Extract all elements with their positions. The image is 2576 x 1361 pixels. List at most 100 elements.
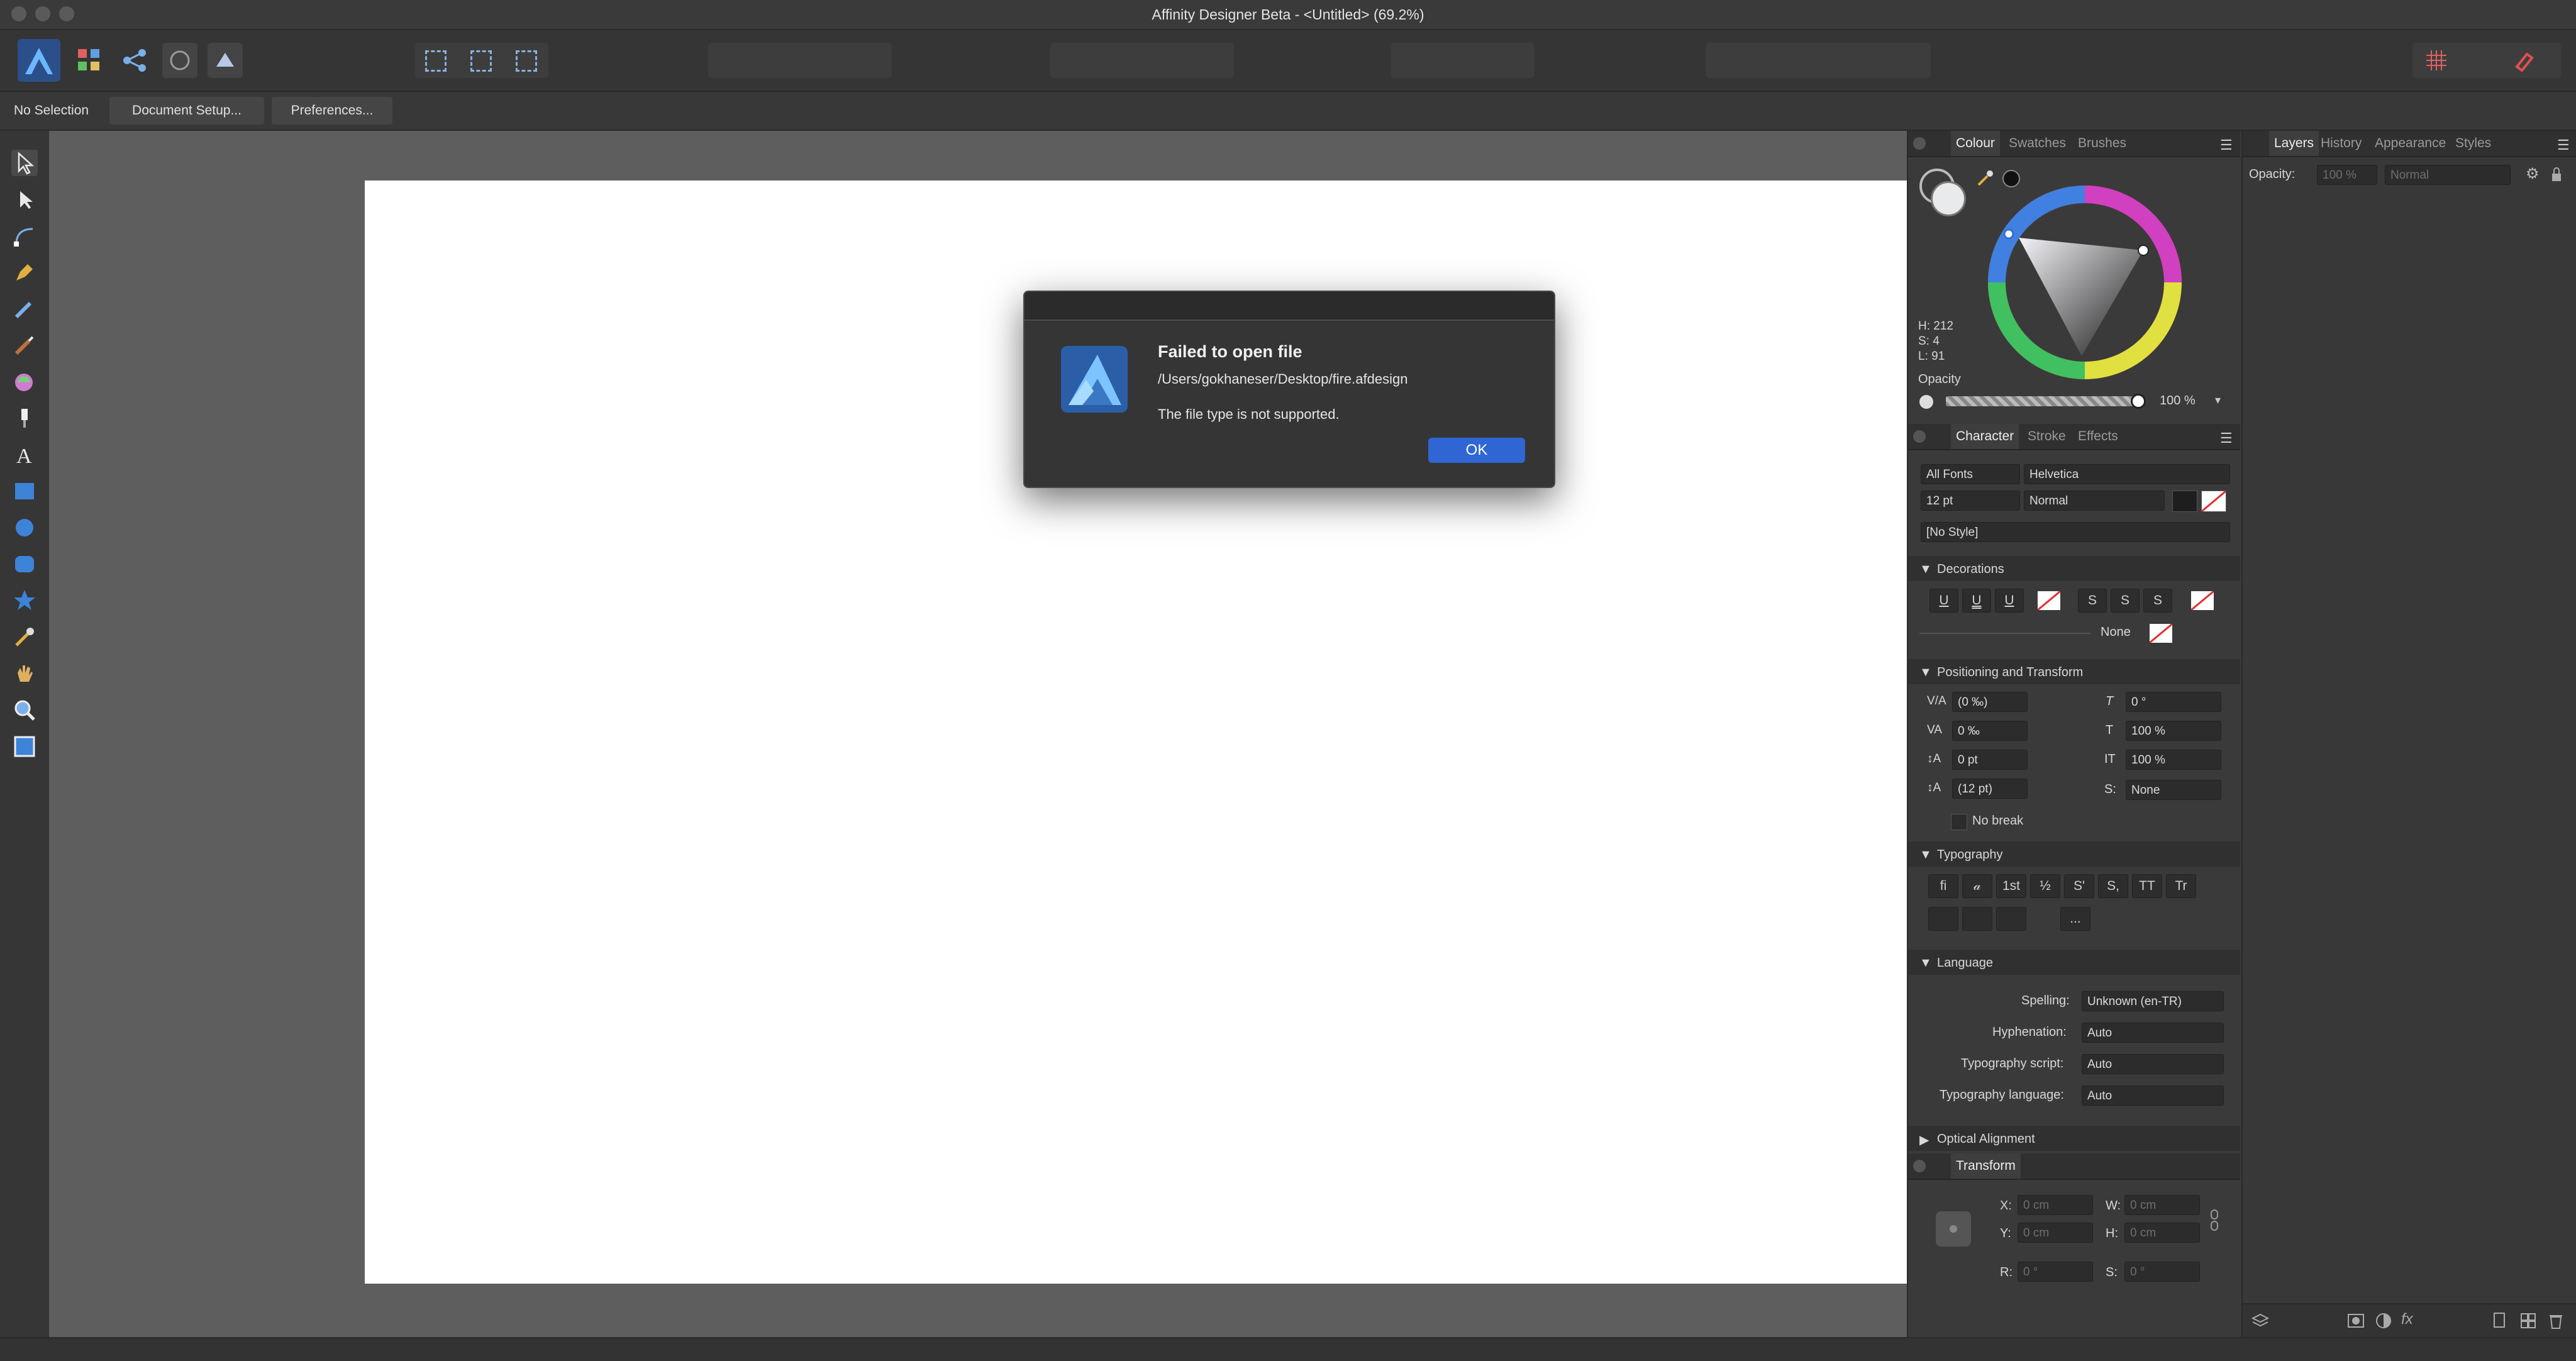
transparency-tool-icon[interactable] — [11, 405, 38, 431]
close-panel-icon[interactable] — [1913, 430, 1926, 443]
kerning-field[interactable]: (0 ‰) — [1952, 692, 2028, 712]
zoom-tool-icon[interactable] — [11, 697, 38, 723]
vector-brush-tool-icon[interactable] — [11, 332, 38, 358]
blend-mode-select[interactable]: Normal — [2385, 165, 2511, 185]
delete-layer-icon[interactable] — [2547, 1312, 2565, 1330]
strikethrough-colour-swatch[interactable] — [2190, 590, 2214, 611]
swash-button[interactable] — [1928, 907, 1958, 931]
pixel-persona-icon[interactable] — [74, 45, 104, 75]
pen-tool-icon[interactable] — [11, 259, 38, 286]
fx-icon[interactable]: fx — [2401, 1311, 2413, 1328]
close-panel-icon[interactable] — [1913, 1160, 1926, 1172]
view-tool-icon[interactable] — [11, 660, 38, 687]
preferences-button[interactable]: Preferences... — [272, 97, 392, 125]
mask-layer-icon[interactable] — [2347, 1312, 2365, 1330]
typography-script-select[interactable]: Auto — [2082, 1054, 2224, 1074]
artboard-tool-icon[interactable] — [11, 733, 38, 760]
tab-character[interactable]: Character — [1951, 424, 2019, 449]
tab-styles[interactable]: Styles — [2455, 131, 2491, 156]
double-underline-button[interactable]: U — [1962, 589, 1991, 613]
colour-wheel[interactable] — [1987, 185, 2182, 380]
select-insert-icon[interactable] — [425, 50, 447, 72]
opacity-slider[interactable] — [1946, 396, 2141, 406]
add-layer-icon[interactable] — [2490, 1312, 2508, 1330]
layers-stack-icon[interactable] — [2251, 1312, 2270, 1330]
fractions-button[interactable]: ½ — [2030, 874, 2060, 898]
disclosure-triangle-icon[interactable]: ▶ — [1919, 1132, 1929, 1148]
disclosure-triangle-icon[interactable]: ▼ — [1919, 956, 1932, 970]
fill-colour-well[interactable] — [1931, 181, 1966, 216]
anchor-selector[interactable] — [1933, 1209, 1974, 1249]
tab-layers[interactable]: Layers — [2269, 131, 2319, 156]
ligatures-button[interactable]: fi — [1928, 874, 1958, 898]
text-background-swatch[interactable] — [2201, 490, 2226, 513]
corner-tool-icon[interactable] — [11, 223, 38, 249]
thick-underline-button[interactable]: U — [1995, 589, 2024, 613]
opacity-reset-icon[interactable] — [1919, 395, 1933, 409]
font-family-select[interactable]: Helvetica — [2024, 464, 2230, 484]
y-field[interactable]: 0 cm — [2018, 1223, 2093, 1243]
colour-picker-tool-icon[interactable] — [11, 624, 38, 650]
layer-opacity-field[interactable]: 100 % — [2317, 165, 2377, 185]
paragraph-style-select[interactable]: [No Style] — [1921, 522, 2230, 542]
rounded-rectangle-tool-icon[interactable] — [11, 551, 38, 577]
hyphenation-select[interactable]: Auto — [2082, 1023, 2224, 1043]
document-setup-button[interactable]: Document Setup... — [109, 97, 264, 125]
font-collection-select[interactable]: All Fonts — [1921, 464, 2020, 484]
disclosure-triangle-icon[interactable]: ▼ — [1919, 562, 1932, 577]
tab-brushes[interactable]: Brushes — [2078, 131, 2126, 156]
more-typography-button[interactable]: ... — [2060, 907, 2090, 931]
adjustment-icon[interactable] — [2375, 1312, 2392, 1330]
tracking-field[interactable]: 0 ‰ — [1952, 721, 2028, 741]
decoration-colour-swatch[interactable] — [2149, 623, 2173, 644]
grid-icon[interactable] — [2425, 49, 2448, 72]
tab-history[interactable]: History — [2321, 131, 2362, 156]
alternates-button[interactable]: 𝒶 — [1962, 874, 1992, 898]
h-field[interactable]: 0 cm — [2124, 1223, 2200, 1243]
ordinals-button[interactable]: 1st — [1996, 874, 2026, 898]
font-size-field[interactable]: 12 pt — [1921, 491, 2020, 511]
select-inside-icon[interactable] — [516, 50, 537, 72]
subscript-button[interactable]: S, — [2098, 874, 2128, 898]
opacity-dropdown-icon[interactable]: ▾ — [2215, 394, 2221, 407]
panel-menu-icon[interactable]: ☰ — [2557, 137, 2570, 153]
small-caps-button[interactable]: Tr — [2166, 874, 2196, 898]
typography-language-select[interactable]: Auto — [2082, 1086, 2224, 1106]
star-tool-icon[interactable] — [11, 587, 38, 614]
ok-button[interactable]: OK — [1428, 438, 1525, 463]
underline-button[interactable]: U — [1929, 589, 1958, 613]
view-mode-icon[interactable] — [208, 43, 243, 78]
layer-settings-gear-icon[interactable]: ⚙ — [2526, 165, 2540, 183]
pencil-tool-icon[interactable] — [11, 296, 38, 322]
x-field[interactable]: 0 cm — [2018, 1195, 2093, 1215]
font-style-select[interactable]: Normal — [2024, 491, 2165, 511]
lock-icon[interactable] — [2551, 166, 2562, 182]
select-behind-icon[interactable] — [470, 50, 492, 72]
tab-appearance[interactable]: Appearance — [2375, 131, 2446, 156]
spelling-select[interactable]: Unknown (en-TR) — [2082, 991, 2224, 1011]
text-fill-swatch[interactable] — [2172, 491, 2197, 512]
group-layers-icon[interactable] — [2519, 1312, 2537, 1330]
panel-menu-icon[interactable]: ☰ — [2220, 137, 2233, 153]
w-field[interactable]: 0 cm — [2124, 1195, 2200, 1215]
contextual-button[interactable] — [1996, 907, 2026, 931]
shear-transform-field[interactable]: 0 ° — [2124, 1262, 2200, 1282]
underline-colour-swatch[interactable] — [2037, 590, 2061, 611]
superscript-field[interactable]: None — [2126, 780, 2221, 800]
tab-swatches[interactable]: Swatches — [2009, 131, 2066, 156]
disclosure-triangle-icon[interactable]: ▼ — [1919, 665, 1932, 680]
shear-field[interactable]: 0 ° — [2126, 692, 2221, 712]
all-caps-button[interactable]: TT — [2132, 874, 2162, 898]
baseline-field[interactable]: 0 pt — [1952, 750, 2028, 770]
stylistic-button[interactable] — [1962, 907, 1992, 931]
double-strikethrough-button[interactable]: S — [2111, 589, 2140, 613]
disclosure-triangle-icon[interactable]: ▼ — [1919, 848, 1932, 862]
snapping-magnet-icon[interactable] — [2513, 49, 2536, 72]
move-tool-icon[interactable] — [11, 150, 38, 176]
tab-colour[interactable]: Colour — [1951, 131, 2000, 156]
assistant-icon[interactable] — [162, 43, 197, 78]
strikethrough-button[interactable]: S — [2078, 589, 2107, 613]
superscript-button[interactable]: S' — [2064, 874, 2094, 898]
tab-transform[interactable]: Transform — [1951, 1153, 2021, 1179]
vertical-scale-field[interactable]: 100 % — [2126, 721, 2221, 741]
